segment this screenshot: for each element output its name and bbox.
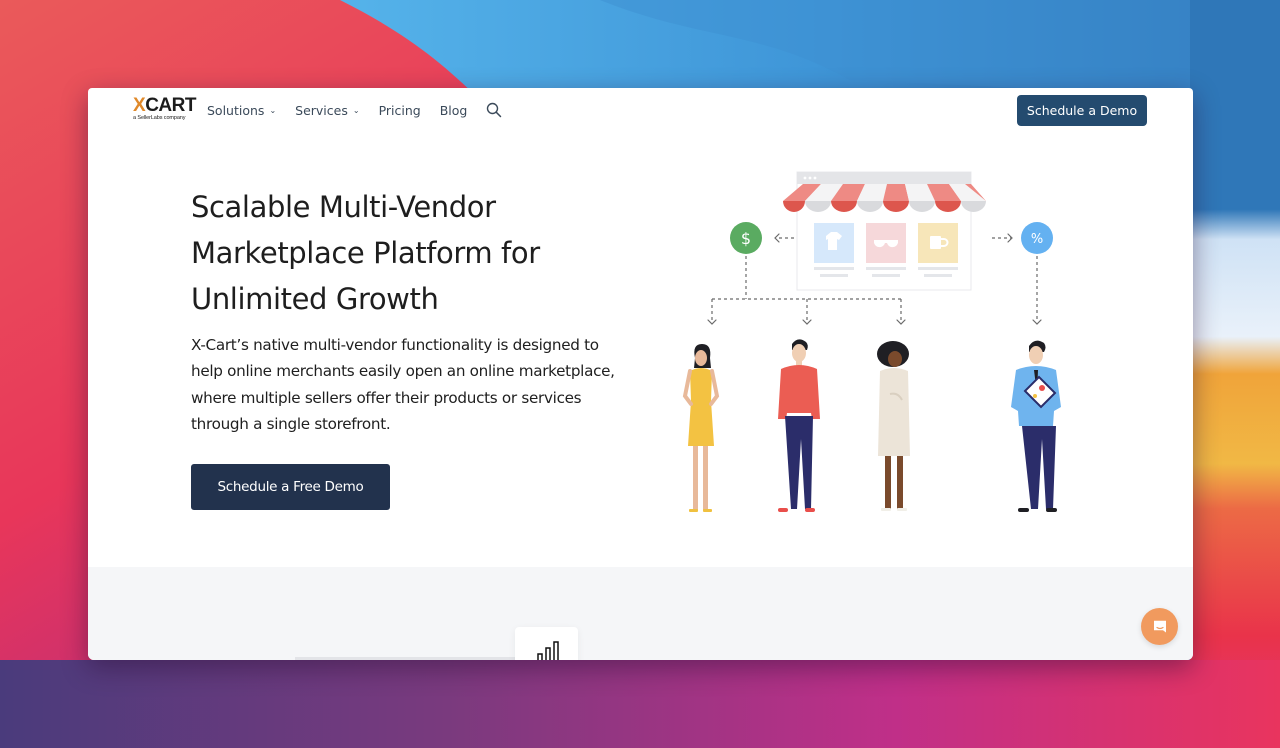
chat-button[interactable] — [1141, 608, 1178, 645]
percent-symbol: % — [1031, 232, 1043, 247]
bar-chart-icon — [537, 641, 559, 660]
storefront-icon — [783, 171, 986, 291]
person-woman-yellow-dress — [682, 344, 720, 512]
schedule-free-demo-button[interactable]: Schedule a Free Demo — [191, 464, 390, 510]
nav-item-label: Services — [295, 102, 348, 118]
dollar-symbol: $ — [741, 229, 751, 248]
logo-cart: CART — [145, 95, 196, 116]
person-man-red-sweater — [778, 339, 820, 512]
nav-item-blog[interactable]: Blog — [440, 103, 468, 118]
site-header: XCART a SellerLabs company Solutions ⌄ S… — [88, 88, 1193, 134]
nav-item-services[interactable]: Services ⌄ — [295, 103, 359, 118]
person-woman-beige-coat — [877, 341, 910, 511]
main-nav: Solutions ⌄ Services ⌄ Pricing Blog — [207, 102, 502, 118]
chevron-down-icon: ⌄ — [269, 105, 277, 115]
nav-item-solutions[interactable]: Solutions ⌄ — [207, 103, 276, 118]
hero-description: X-Cart’s native multi-vendor functionali… — [191, 336, 615, 433]
logo-tagline: a SellerLabs company — [133, 115, 186, 121]
stats-section — [88, 567, 1193, 660]
logo-x: X — [133, 95, 146, 116]
xcart-logo[interactable]: XCART a SellerLabs company — [133, 95, 196, 126]
search-icon[interactable] — [486, 102, 502, 118]
nav-item-label: Solutions — [207, 102, 265, 118]
hero-title: Scalable Multi-Vendor Marketplace Platfo… — [191, 190, 540, 316]
chat-icon — [1153, 620, 1166, 632]
nav-item-label: Blog — [439, 102, 468, 118]
stats-divider — [295, 657, 517, 660]
chevron-down-icon: ⌄ — [352, 105, 360, 115]
dollar-badge-icon: $ — [730, 222, 762, 254]
logo-wordmark: XCART — [133, 95, 196, 116]
marketplace-illustration: $ % — [668, 166, 1088, 521]
browser-window: XCART a SellerLabs company Solutions ⌄ S… — [88, 88, 1193, 660]
nav-item-pricing[interactable]: Pricing — [379, 103, 421, 118]
person-man-blue-shirt — [1011, 340, 1061, 512]
schedule-demo-button[interactable]: Schedule a Demo — [1017, 95, 1147, 126]
stats-card — [515, 627, 578, 660]
percent-badge-icon: % — [1021, 222, 1053, 254]
nav-item-label: Pricing — [378, 102, 421, 118]
